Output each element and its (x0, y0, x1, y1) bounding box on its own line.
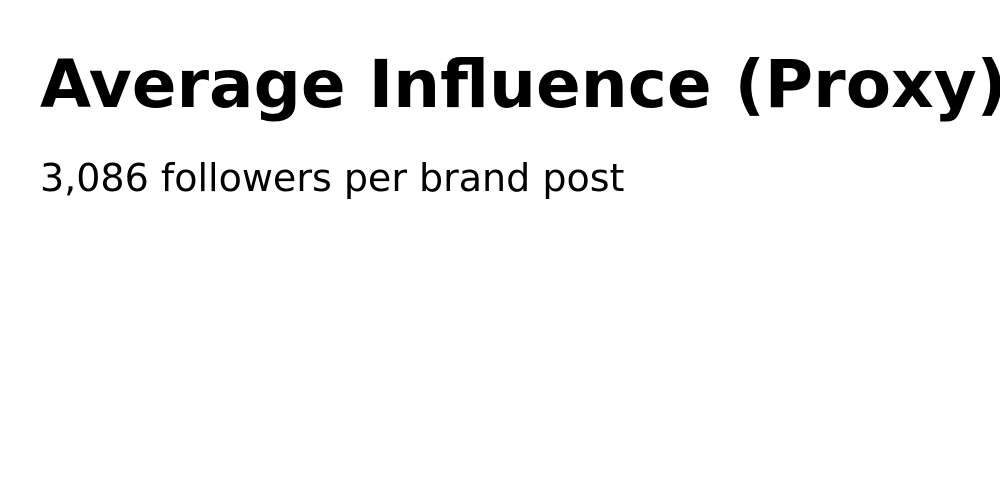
metric-subtitle: 3,086 followers per brand post (40, 156, 625, 200)
page-title: Average Influence (Proxy) (40, 46, 1000, 123)
